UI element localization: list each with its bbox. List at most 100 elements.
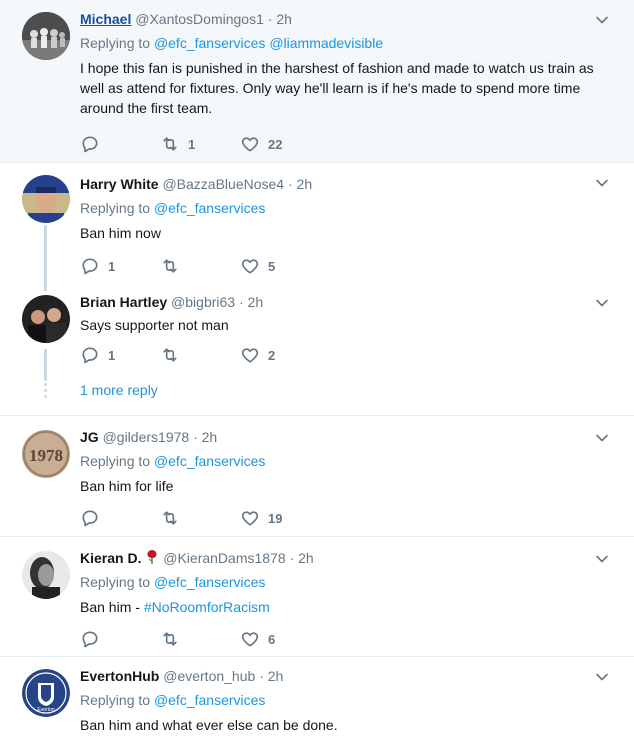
tweet-actions: 1 2 — [80, 345, 320, 365]
username[interactable]: @KieranDams1878 — [163, 550, 285, 566]
reply-button[interactable]: 1 — [80, 256, 160, 276]
avatar[interactable]: 1978 — [22, 430, 70, 478]
thread-line — [44, 225, 47, 291]
like-button[interactable]: 6 — [240, 629, 320, 649]
username[interactable]: @gilders1978 — [103, 429, 190, 445]
tweet-header: Harry White @BazzaBlueNose4 · 2h — [80, 175, 614, 194]
tweet-text: Ban him for life — [80, 478, 174, 494]
tweet-header: Brian Hartley @bigbri63 · 2h — [80, 293, 614, 312]
username[interactable]: @everton_hub — [163, 668, 255, 684]
avatar-image — [22, 295, 70, 343]
chevron-down-icon[interactable] — [594, 295, 610, 311]
like-button[interactable]: 22 — [240, 134, 320, 154]
reply-button[interactable] — [80, 134, 160, 154]
mention-link[interactable]: @efc_fanservices — [154, 574, 265, 590]
reply-icon — [80, 134, 100, 154]
heart-icon — [240, 256, 260, 276]
tweet-header: Kieran D. @KieranDams1878 · 2h — [80, 549, 614, 568]
replying-to: Replying to @efc_fanservices — [80, 199, 614, 218]
chevron-down-icon[interactable] — [594, 12, 610, 28]
like-button[interactable]: 2 — [240, 345, 320, 365]
mention-link[interactable]: @efc_fanservices — [154, 692, 265, 708]
mention-link[interactable]: @efc_fanservices — [154, 200, 265, 216]
retweet-button[interactable] — [160, 345, 240, 365]
tweet-actions: 6 — [80, 629, 320, 649]
username[interactable]: @bigbri63 — [171, 294, 235, 310]
avatar[interactable] — [22, 175, 70, 223]
like-button[interactable]: 5 — [240, 256, 320, 276]
timestamp[interactable]: 2h — [276, 11, 292, 27]
separator-dot: · — [287, 176, 293, 192]
like-button[interactable]: 19 — [240, 508, 320, 528]
username[interactable]: @BazzaBlueNose4 — [162, 176, 284, 192]
tweet-jg[interactable]: 1978 JG @gilders1978 · 2h Replying to @e… — [0, 416, 634, 537]
chevron-down-icon[interactable] — [594, 669, 610, 685]
chevron-down-icon[interactable] — [594, 551, 610, 567]
thread-dots — [43, 383, 48, 401]
avatar-badge-text: 1978 — [29, 446, 63, 465]
avatar-badge-text: Everton — [37, 707, 54, 713]
tweet-text: I hope this fan is punished in the harsh… — [80, 60, 594, 116]
tweet-text: Says supporter not man — [80, 317, 229, 333]
timestamp[interactable]: 2h — [297, 176, 313, 192]
separator-dot: · — [193, 429, 198, 445]
retweet-icon — [160, 629, 180, 649]
retweet-button[interactable] — [160, 629, 240, 649]
show-more-replies-link[interactable]: 1 more reply — [80, 382, 158, 398]
timestamp[interactable]: 2h — [248, 294, 264, 310]
display-name[interactable]: Harry White — [80, 176, 159, 192]
timestamp[interactable]: 2h — [202, 429, 218, 445]
display-name[interactable]: JG — [80, 429, 99, 445]
display-name[interactable]: EvertonHub — [80, 668, 159, 684]
avatar[interactable] — [22, 295, 70, 343]
reply-icon — [80, 345, 100, 365]
heart-icon — [240, 629, 260, 649]
reply-icon — [80, 256, 100, 276]
tweet-michael[interactable]: Michael @XantosDomingos1 · 2h Replying t… — [0, 0, 634, 163]
reply-button[interactable] — [80, 508, 160, 528]
mention-link[interactable]: @liammadevisible — [269, 35, 383, 51]
display-name[interactable]: Michael — [80, 11, 131, 27]
retweet-icon — [160, 508, 180, 528]
avatar-image: 1978 — [22, 430, 70, 478]
reply-count: 1 — [108, 347, 116, 363]
reply-icon — [80, 508, 100, 528]
like-count: 5 — [268, 258, 276, 274]
reply-icon — [80, 629, 100, 649]
replying-to: Replying to @efc_fanservices — [80, 452, 614, 471]
tweet-kieran-d[interactable]: Kieran D. @KieranDams1878 · 2h Replying … — [0, 537, 634, 657]
avatar-image — [22, 175, 70, 223]
hashtag-link[interactable]: #NoRoomforRacism — [144, 599, 270, 615]
timestamp[interactable]: 2h — [268, 668, 284, 684]
reply-button[interactable] — [80, 629, 160, 649]
replying-to: Replying to @efc_fanservices — [80, 573, 614, 592]
chevron-down-icon[interactable] — [594, 175, 610, 191]
retweet-icon — [160, 134, 180, 154]
heart-icon — [240, 508, 260, 528]
avatar[interactable] — [22, 12, 70, 60]
retweet-button[interactable] — [160, 256, 240, 276]
tweet-text: Ban him - #NoRoomforRacism — [80, 597, 614, 617]
replying-to-label: Replying to — [80, 200, 151, 216]
display-name[interactable]: Kieran D. — [80, 550, 141, 566]
rose-icon — [147, 550, 157, 564]
tweet-text-body: Ban him - — [80, 599, 144, 615]
replying-to-label: Replying to — [80, 692, 151, 708]
retweet-button[interactable] — [160, 508, 240, 528]
separator-dot: · — [289, 550, 295, 566]
tweet-evertonhub[interactable]: Everton EvertonHub @everton_hub · 2h Rep… — [0, 657, 634, 741]
avatar-image — [22, 551, 70, 599]
chevron-down-icon[interactable] — [594, 430, 610, 446]
username[interactable]: @XantosDomingos1 — [135, 11, 264, 27]
timestamp[interactable]: 2h — [298, 550, 314, 566]
avatar[interactable] — [22, 551, 70, 599]
retweet-button[interactable]: 1 — [160, 134, 240, 154]
avatar[interactable]: Everton — [22, 669, 70, 717]
like-count: 22 — [268, 136, 283, 152]
display-name[interactable]: Brian Hartley — [80, 294, 167, 310]
tweet-actions: 1 22 — [80, 134, 320, 154]
mention-link[interactable]: @efc_fanservices — [154, 35, 265, 51]
reply-button[interactable]: 1 — [80, 345, 160, 365]
separator-dot: · — [259, 668, 264, 684]
mention-link[interactable]: @efc_fanservices — [154, 453, 265, 469]
